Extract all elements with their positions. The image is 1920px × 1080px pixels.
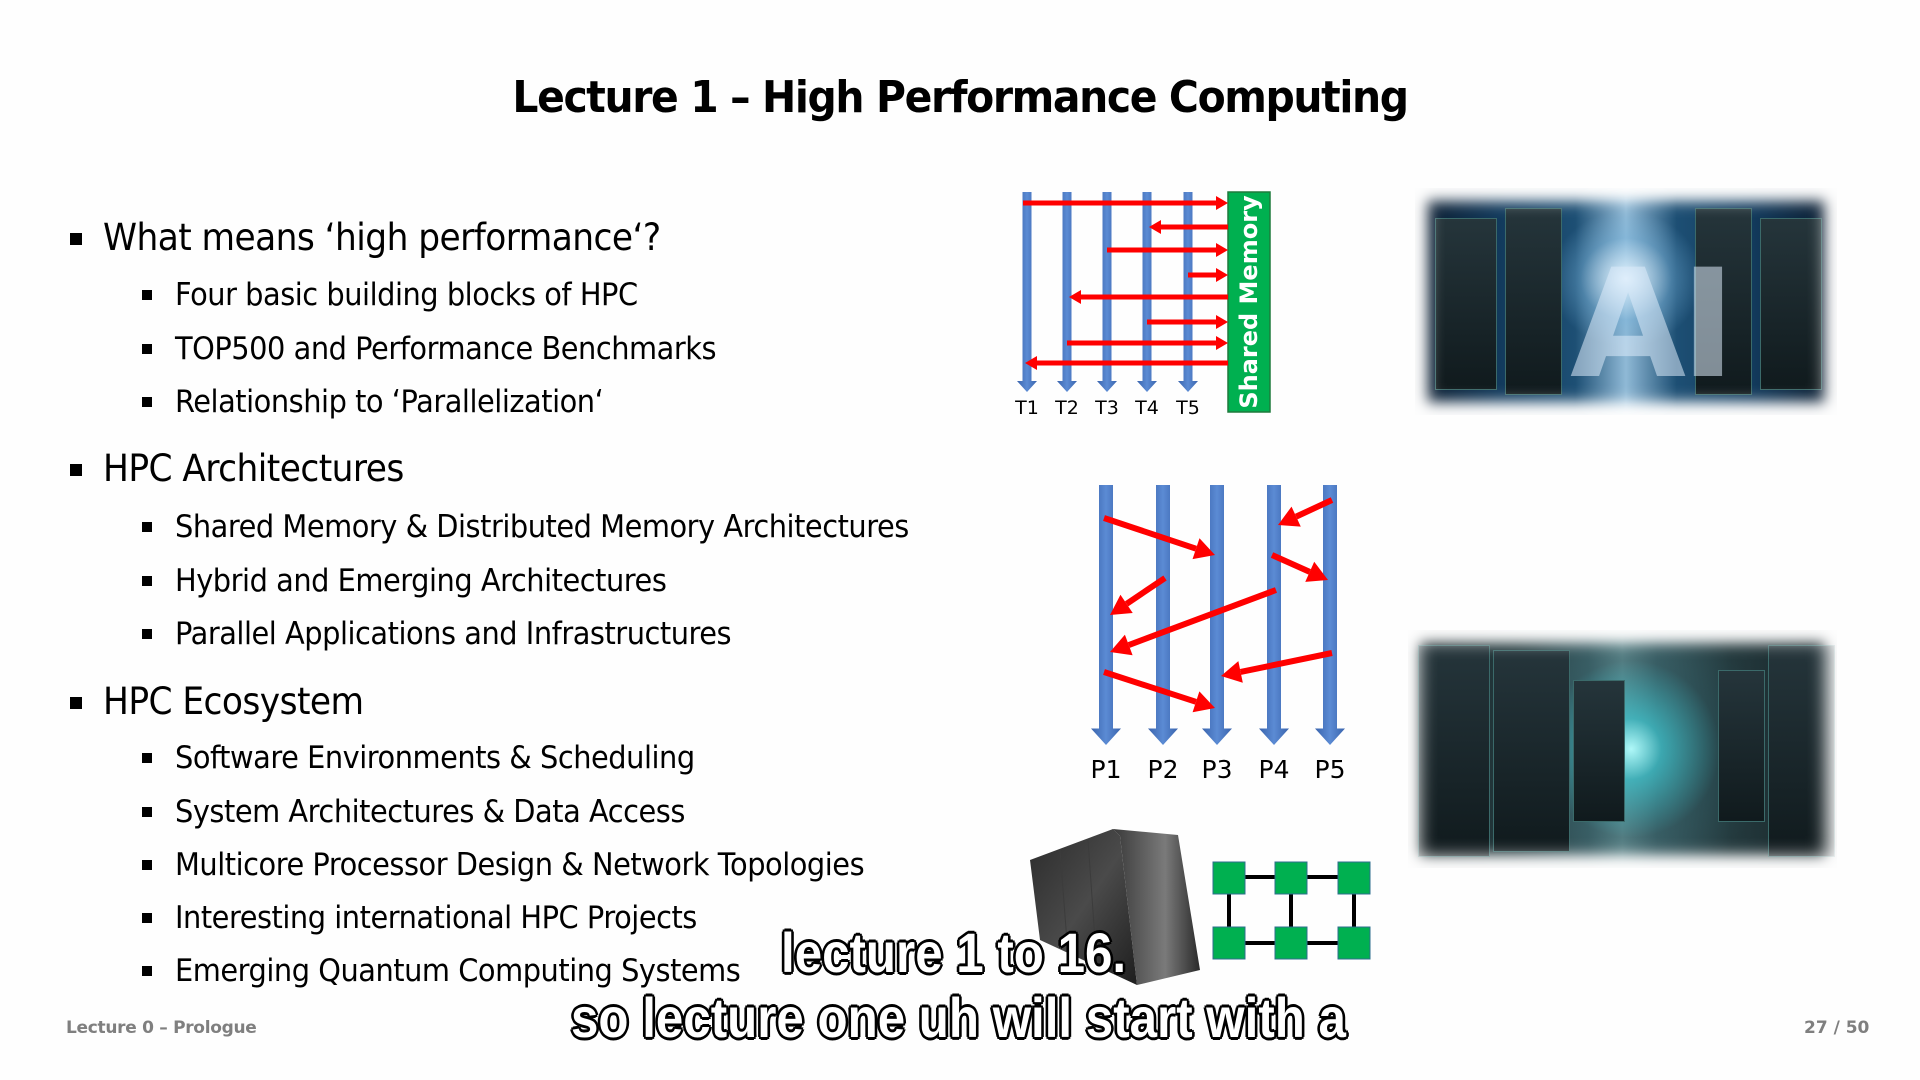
process-label: P4	[1259, 755, 1290, 784]
message-arrow	[1127, 587, 1278, 648]
thread-label: T4	[1134, 397, 1159, 419]
message-arrow	[1239, 650, 1333, 675]
memory-write-arrow-head	[1216, 196, 1228, 210]
process-label: P5	[1315, 755, 1346, 784]
diagrams-layer: T1 T2 T3 T4 T5 Shared Memory P1 P2 P3 P4 P5	[1014, 191, 1371, 985]
page-number: 27 / 50	[1804, 1018, 1870, 1038]
network-node	[1274, 861, 1308, 895]
network-node	[1212, 926, 1246, 960]
network-topology-icon	[1212, 861, 1371, 960]
memory-write-arrow-head	[1216, 315, 1228, 329]
network-node	[1337, 926, 1371, 960]
shared-memory-label: Shared Memory	[1235, 195, 1263, 409]
message-arrow-head	[1221, 661, 1243, 683]
thread-label: T3	[1094, 397, 1119, 419]
network-node	[1212, 861, 1246, 895]
memory-write-arrow-head	[1216, 268, 1228, 282]
thread-label: T2	[1054, 397, 1079, 419]
caption-line-1: lecture 1 to 16.	[780, 920, 1127, 985]
thread-label: T5	[1175, 397, 1200, 419]
message-arrow	[1103, 669, 1197, 705]
process-label: P2	[1148, 755, 1179, 784]
memory-write-arrow-head	[1216, 336, 1228, 350]
memory-write-arrow-head	[1216, 243, 1228, 257]
network-node	[1337, 861, 1371, 895]
process-label: P3	[1202, 755, 1233, 784]
slide: Lecture 1 – High Performance Computing W…	[0, 0, 1920, 1080]
distributed-memory-diagram: P1 P2 P3 P4 P5	[1091, 485, 1346, 784]
process-line-p5	[1315, 485, 1345, 745]
footer-lecture-label: Lecture 0 – Prologue	[66, 1018, 257, 1038]
process-line-p2	[1148, 485, 1178, 745]
network-node	[1274, 926, 1308, 960]
thread-label: T1	[1014, 397, 1039, 419]
caption-line-2: so lecture one uh will start with a	[570, 985, 1347, 1050]
message-arrow	[1103, 515, 1197, 552]
process-label: P1	[1091, 755, 1122, 784]
shared-memory-diagram: T1 T2 T3 T4 T5 Shared Memory	[1014, 191, 1271, 419]
